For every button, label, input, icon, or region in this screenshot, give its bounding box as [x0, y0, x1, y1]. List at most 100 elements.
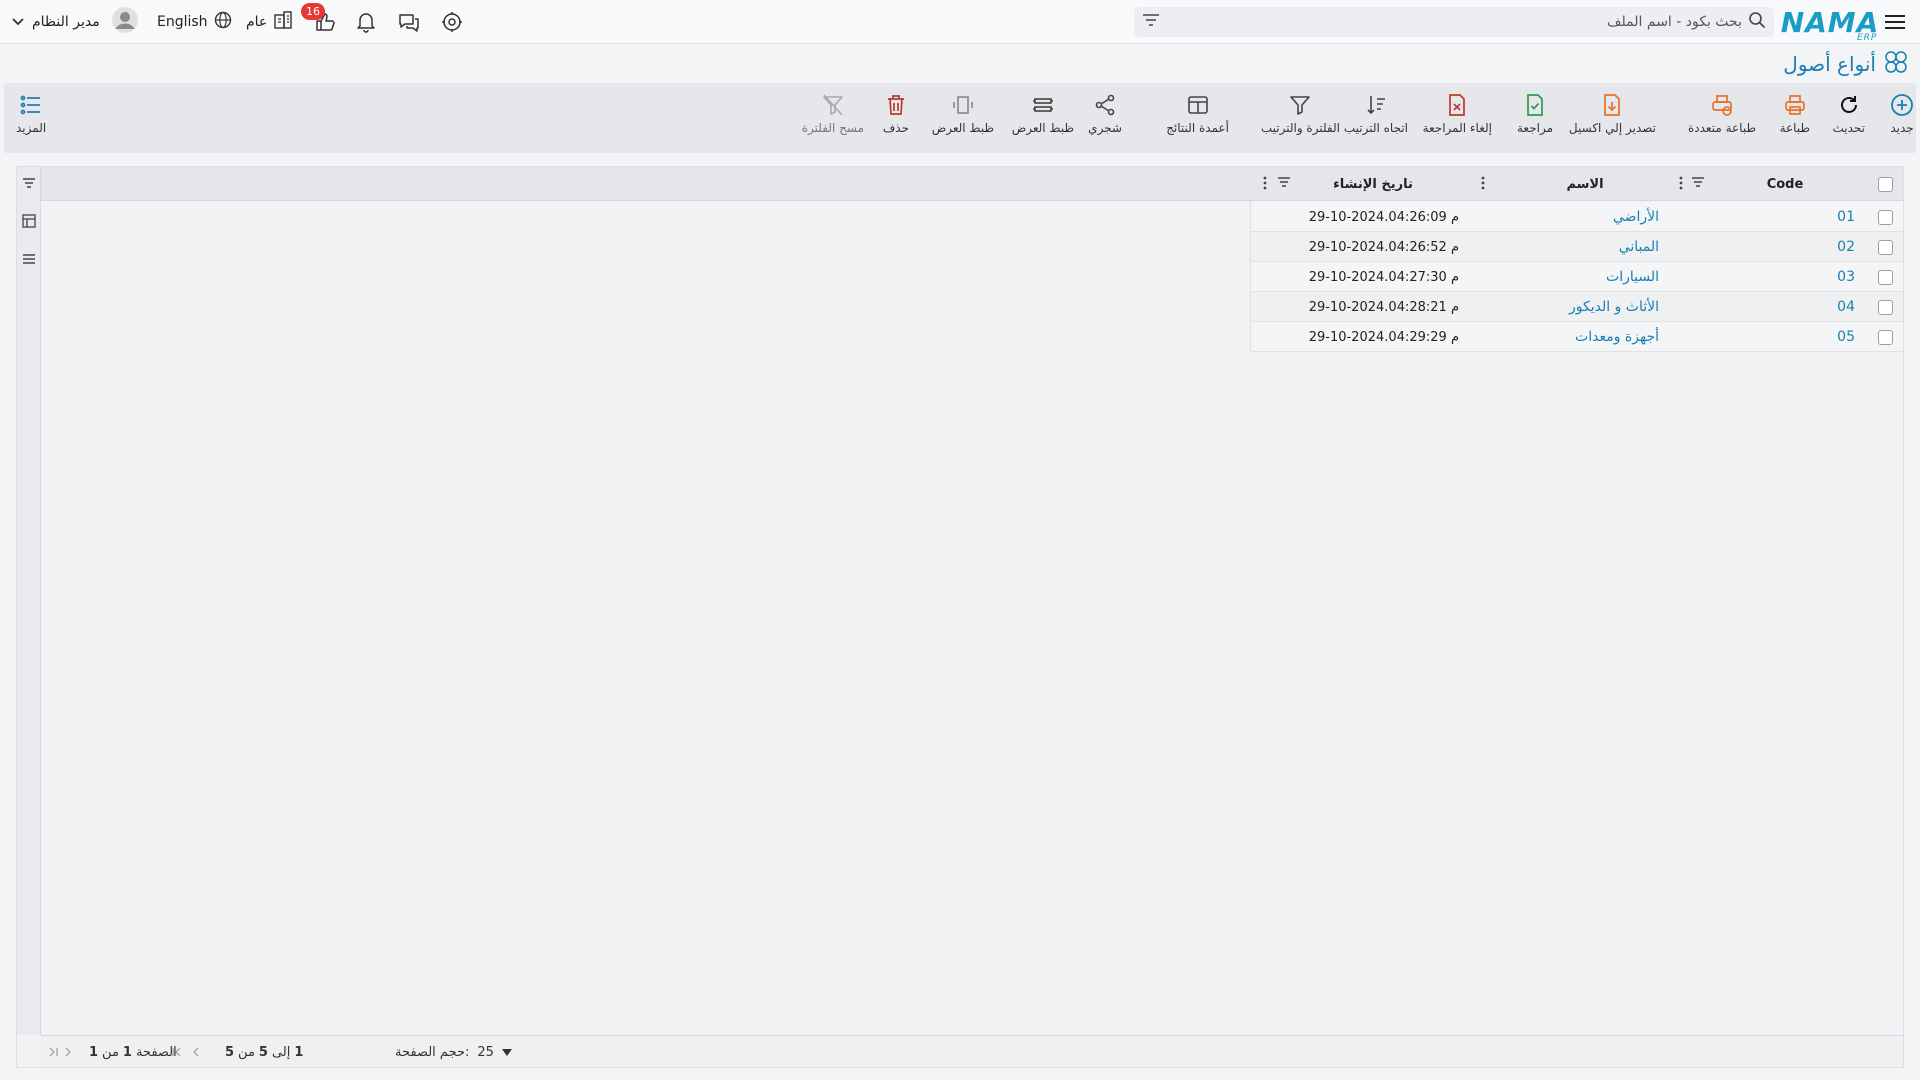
branch-selector[interactable]: عام: [246, 0, 293, 44]
side-columns-icon[interactable]: [22, 214, 36, 232]
printer-icon: [1784, 95, 1805, 115]
export-excel-button[interactable]: تصدير إلي اكسيل: [1569, 93, 1656, 135]
table-row[interactable]: 03 السيارات 29-10-2024.04:27:30 م: [1251, 262, 1903, 292]
caret-down-icon: [501, 1045, 512, 1060]
column-header-name[interactable]: الاسم: [1503, 167, 1667, 201]
action-toolbar: جديد تحديث طباعة طباعة متعددة تصدير إلي …: [4, 83, 1916, 153]
new-button[interactable]: جديد: [1890, 93, 1914, 135]
select-all-checkbox[interactable]: [1867, 167, 1903, 201]
trash-icon: [887, 95, 904, 115]
table-row[interactable]: 01 الأراضي 29-10-2024.04:26:09 م: [1251, 202, 1903, 232]
last-page-icon[interactable]: [47, 1036, 59, 1068]
row-checkbox[interactable]: [1878, 262, 1893, 292]
page-size-selector[interactable]: حجم الصفحة: 25: [395, 1036, 512, 1068]
file-check-icon: [1527, 94, 1543, 116]
cell-name[interactable]: المباني: [1619, 232, 1659, 262]
cell-created: 29-10-2024.04:29:29 م: [1308, 329, 1459, 345]
file-x-icon: [1449, 94, 1466, 116]
page-title: أنواع أصول: [1783, 48, 1910, 80]
settings-icon[interactable]: [438, 0, 466, 44]
refresh-icon: [1840, 96, 1857, 113]
list-icon: [20, 95, 41, 115]
cell-name[interactable]: الأراضي: [1613, 202, 1659, 232]
tree-view-button[interactable]: شجري: [1088, 93, 1122, 135]
cell-created: 29-10-2024.04:26:09 م: [1308, 209, 1459, 225]
notification-badge: 16: [301, 3, 325, 20]
cancel-review-button[interactable]: إلغاء المراجعة: [1423, 93, 1492, 135]
multi-print-button[interactable]: طباعة متعددة: [1688, 93, 1756, 135]
funnel-icon: [1290, 96, 1311, 115]
clear-filter-icon: [823, 94, 843, 116]
column-header-created[interactable]: تاريخ الإنشاء: [1303, 167, 1443, 201]
view-adjust-button-2[interactable]: ظبط العرض: [932, 93, 994, 135]
cell-code[interactable]: 02: [1837, 232, 1855, 262]
cell-code[interactable]: 03: [1837, 262, 1855, 292]
rows-adjust-icon: [1032, 98, 1053, 112]
chevron-down-icon: [12, 15, 24, 30]
avatar-icon: [111, 7, 138, 37]
filter-sort-button[interactable]: الفلترة والترتيب: [1261, 93, 1340, 135]
clear-filter-button[interactable]: مسح الفلترة: [802, 93, 864, 135]
chat-icon[interactable]: [395, 0, 423, 44]
global-search: [1134, 7, 1774, 37]
column-filter-icon[interactable]: [1691, 176, 1705, 192]
row-checkbox[interactable]: [1878, 322, 1893, 352]
column-menu-icon[interactable]: [1481, 176, 1485, 194]
data-grid: Code الاسم تاريخ الإنشاء 01 الأراضي 29-1…: [16, 166, 1904, 1068]
grid-header: Code الاسم تاريخ الإنشاء: [41, 167, 1903, 201]
delete-button[interactable]: حذف: [883, 93, 909, 135]
review-button[interactable]: مراجعة: [1517, 93, 1553, 135]
cell-code[interactable]: 04: [1837, 292, 1855, 322]
row-checkbox[interactable]: [1878, 292, 1893, 322]
user-name: مدير النظام: [32, 14, 100, 30]
multi-printer-icon: [1712, 95, 1732, 116]
result-columns-button[interactable]: أعمدة النتائج: [1166, 93, 1229, 135]
search-input[interactable]: [1160, 14, 1748, 30]
search-icon[interactable]: [1748, 11, 1766, 33]
page-indicator: الصفحة 1 من 1: [89, 1044, 177, 1060]
table-row[interactable]: 05 أجهزة ومعدات 29-10-2024.04:29:29 م: [1251, 322, 1903, 352]
table-row[interactable]: 02 المباني 29-10-2024.04:26:52 م: [1251, 232, 1903, 262]
plus-circle-icon: [1891, 94, 1913, 116]
bell-icon[interactable]: [352, 0, 380, 44]
view-adjust-button-1[interactable]: ظبط العرض: [1012, 93, 1074, 135]
record-range: 1 إلى 5 من 5: [225, 1044, 304, 1060]
export-file-icon: [1604, 94, 1621, 116]
language-switch[interactable]: English: [157, 0, 232, 44]
menu-icon[interactable]: [1880, 0, 1910, 44]
sort-icon: [1367, 96, 1385, 115]
previous-page-icon[interactable]: [191, 1036, 201, 1068]
column-menu-icon[interactable]: [1263, 176, 1267, 194]
top-bar: NAMAERP 16 عام English م: [0, 0, 1920, 44]
tree-icon: [1095, 94, 1115, 116]
user-menu[interactable]: مدير النظام: [12, 0, 138, 44]
asset-types-icon: [1882, 48, 1910, 81]
branch-icon: [273, 10, 293, 34]
refresh-button[interactable]: تحديث: [1832, 93, 1865, 135]
more-button[interactable]: المزيد: [16, 93, 46, 135]
next-page-icon[interactable]: [63, 1036, 73, 1068]
columns-icon: [1187, 96, 1208, 114]
filter-icon[interactable]: [1142, 13, 1160, 31]
cell-name[interactable]: السيارات: [1606, 262, 1659, 292]
cell-created: 29-10-2024.04:28:21 م: [1308, 299, 1459, 315]
side-menu-icon[interactable]: [22, 253, 36, 269]
row-checkbox[interactable]: [1878, 232, 1893, 262]
grid-side-panel: [17, 167, 41, 1035]
sort-direction-button[interactable]: اتجاه الترتيب: [1344, 93, 1408, 135]
table-row[interactable]: 04 الأثاث و الديكور 29-10-2024.04:28:21 …: [1251, 292, 1903, 322]
row-checkbox[interactable]: [1878, 202, 1893, 232]
side-filter-icon[interactable]: [22, 177, 36, 193]
column-filter-icon[interactable]: [1277, 176, 1291, 192]
print-button[interactable]: طباعة: [1780, 93, 1810, 135]
cell-code[interactable]: 05: [1837, 322, 1855, 352]
cell-created: 29-10-2024.04:27:30 م: [1308, 269, 1459, 285]
like-icon[interactable]: 16: [301, 0, 339, 44]
column-header-code[interactable]: Code: [1703, 167, 1867, 201]
cell-created: 29-10-2024.04:26:52 م: [1308, 239, 1459, 255]
cell-name[interactable]: أجهزة ومعدات: [1575, 322, 1659, 352]
cell-name[interactable]: الأثاث و الديكور: [1569, 292, 1659, 322]
nama-logo[interactable]: NAMA ERP: [1781, 0, 1879, 44]
cell-code[interactable]: 01: [1837, 202, 1855, 232]
column-menu-icon[interactable]: [1679, 176, 1683, 194]
